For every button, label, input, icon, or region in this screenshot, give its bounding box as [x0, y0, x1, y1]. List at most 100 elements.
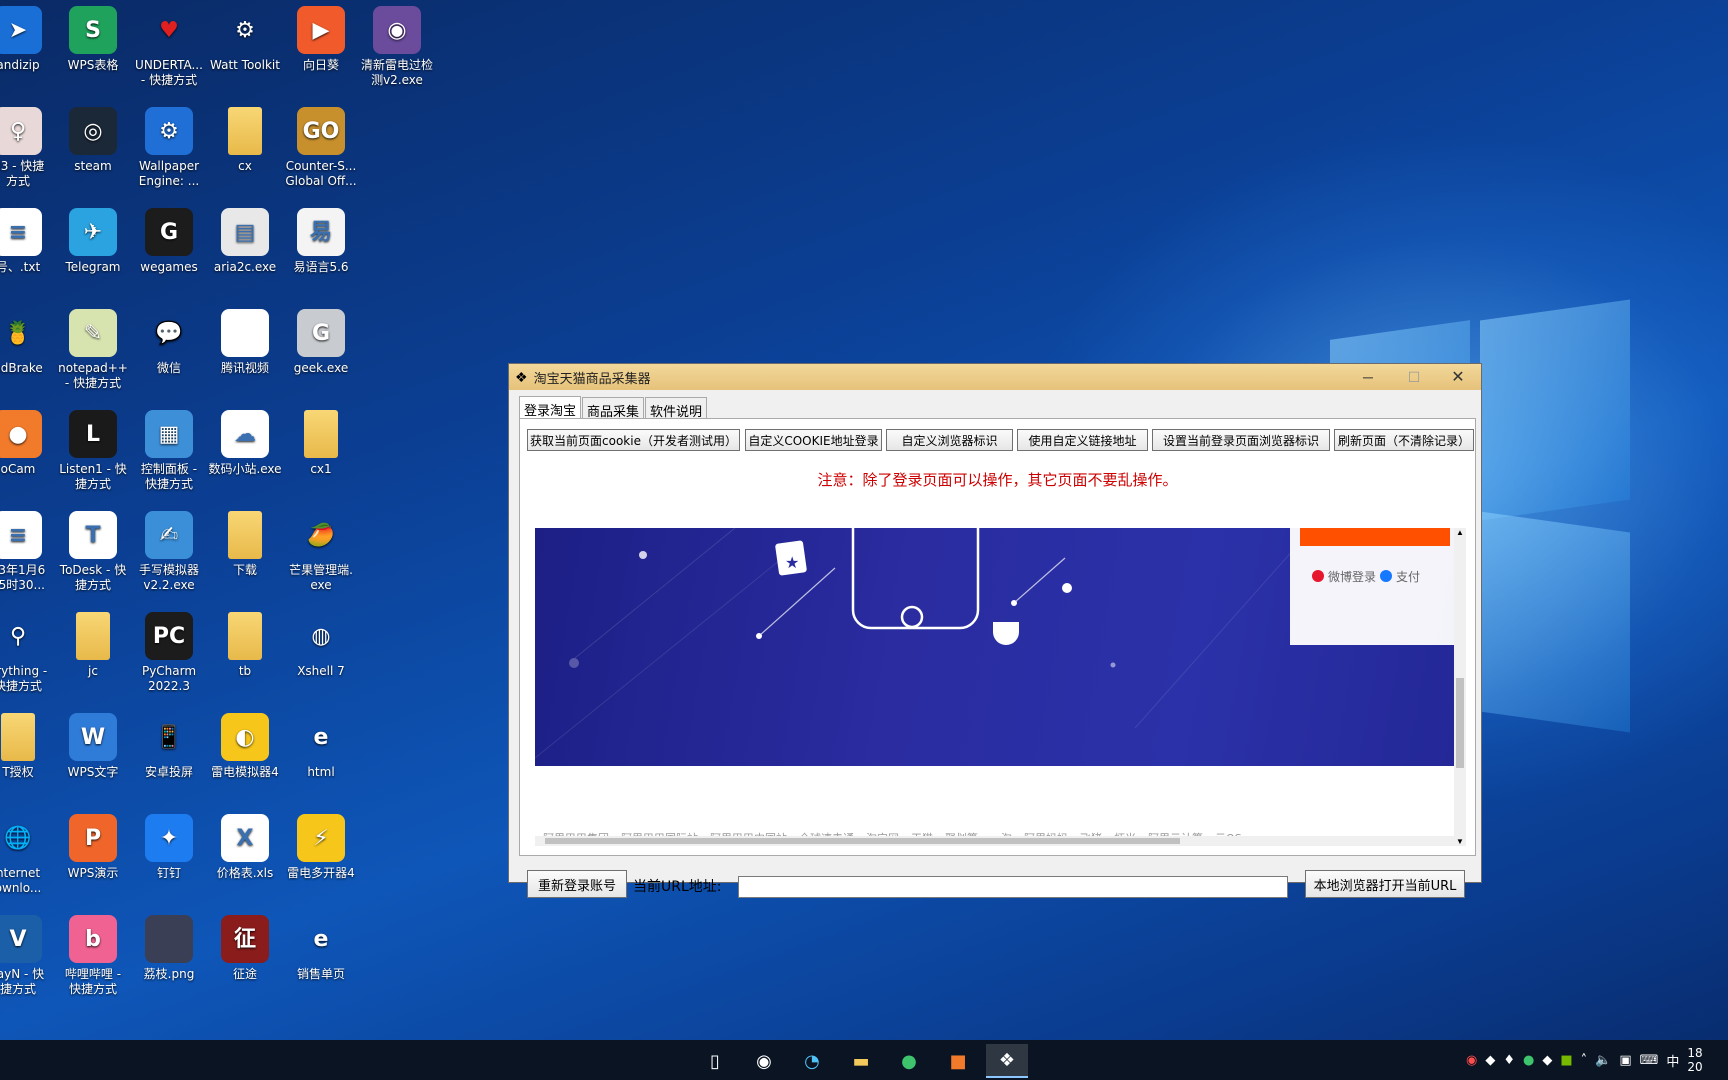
desktop-shortcut[interactable]: 💬 微信: [131, 309, 207, 376]
set-user-agent-button[interactable]: 设置当前登录页面浏览器标识: [1152, 429, 1330, 451]
desktop-shortcut[interactable]: 征征途: [207, 915, 283, 982]
desktop-shortcut[interactable]: Ggeek.exe: [283, 309, 359, 376]
desktop-shortcut[interactable]: ☁ 数码小站.exe: [207, 410, 283, 477]
nvidia-tray-icon[interactable]: ■: [1560, 1053, 1572, 1068]
desktop-shortcut[interactable]: X 价格表.xls: [207, 814, 283, 881]
network-app-tray-icon[interactable]: ◆: [1485, 1053, 1495, 1068]
vertical-scroll-thumb[interactable]: [1456, 678, 1464, 768]
custom-cookie-login-button[interactable]: 自定义COOKIE地址登录: [745, 429, 882, 451]
file-explorer-taskbar-icon[interactable]: ▬: [840, 1044, 882, 1078]
collector-taskbar-icon[interactable]: ❖: [986, 1044, 1028, 1078]
mango-icon: 🥭: [307, 522, 335, 548]
desktop-shortcut[interactable]: ⚙ Wallpaper Engine: ...: [131, 107, 207, 189]
clock[interactable]: 18 20: [1687, 1046, 1702, 1074]
close-button[interactable]: ✕: [1435, 364, 1481, 390]
desktop-shortcut[interactable]: ◎ steam: [55, 107, 131, 174]
desktop-shortcut[interactable]: 🍍 ndBrake: [0, 309, 56, 376]
desktop-shortcut[interactable]: 🌐 nternet ownlo...: [0, 814, 56, 896]
custom-link-button[interactable]: 使用自定义链接地址: [1017, 429, 1148, 451]
desktop-shortcut[interactable]: VrayN - 快 捷方式: [0, 915, 56, 997]
desktop-shortcut[interactable]: ◐ 雷电模拟器4: [207, 713, 283, 780]
vertical-scrollbar[interactable]: ▲ ▼: [1454, 528, 1466, 846]
url-input[interactable]: [738, 876, 1288, 898]
html-file-icon: e: [313, 926, 329, 952]
desktop-shortcut[interactable]: 荔枝.png: [131, 915, 207, 982]
desktop-shortcut[interactable]: tb: [207, 612, 283, 679]
horizontal-scroll-thumb[interactable]: [545, 838, 1180, 844]
record-tray-icon[interactable]: ◉: [1466, 1053, 1477, 1068]
desktop-shortcut[interactable]: GO Counter-S... Global Off...: [283, 107, 359, 189]
desktop-shortcut[interactable]: ✍ 手写模拟器 v2.2.exe: [131, 511, 207, 593]
svg-text:★: ★: [785, 553, 799, 572]
refresh-page-button[interactable]: 刷新页面（不清除记录）: [1334, 429, 1474, 451]
desktop-shortcut[interactable]: Gwegames: [131, 208, 207, 275]
title-bar[interactable]: ❖ 淘宝天猫商品采集器 ─ ☐ ✕: [509, 364, 1481, 390]
alipay-login-link[interactable]: 支付: [1396, 568, 1420, 585]
wechat-taskbar-icon[interactable]: ●: [888, 1044, 930, 1078]
maximize-button[interactable]: ☐: [1391, 364, 1437, 390]
scroll-up-arrow[interactable]: ▲: [1454, 528, 1466, 537]
desktop-shortcut[interactable]: ✈ Telegram: [55, 208, 131, 275]
desktop-shortcut[interactable]: ⚲ erything - 快捷方式: [0, 612, 56, 694]
desktop-shortcut[interactable]: ✎ notepad++ - 快捷方式: [55, 309, 131, 391]
relogin-button[interactable]: 重新登录账号: [527, 870, 627, 898]
network-icon[interactable]: ▣: [1619, 1053, 1631, 1068]
app-tray-icon[interactable]: ♦: [1503, 1053, 1515, 1068]
desktop-shortcut[interactable]: cx: [207, 107, 283, 174]
desktop-shortcut[interactable]: ◍ Xshell 7: [283, 612, 359, 679]
volume-icon[interactable]: 🔈: [1595, 1053, 1611, 1068]
avatar-app-taskbar-icon[interactable]: ◉: [743, 1044, 785, 1078]
desktop-shortcut-label: 销售单页: [296, 967, 345, 981]
chevron-up-icon[interactable]: ˄: [1581, 1053, 1588, 1068]
desktop-shortcut[interactable]: ♥ UNDERTA... - 快捷方式: [131, 6, 207, 88]
desktop-shortcut[interactable]: ▤ aria2c.exe: [207, 208, 283, 275]
desktop-shortcut[interactable]: ✦ 钉钉: [131, 814, 207, 881]
minimize-button[interactable]: ─: [1345, 364, 1391, 390]
notepad-taskbar-icon[interactable]: ▯: [694, 1044, 736, 1078]
desktop-shortcut[interactable]: T授权: [0, 713, 56, 780]
open-in-browser-button[interactable]: 本地浏览器打开当前URL: [1305, 870, 1465, 898]
desktop-shortcut[interactable]: S WPS表格: [55, 6, 131, 73]
scroll-down-arrow[interactable]: ▼: [1454, 837, 1466, 846]
horizontal-scrollbar[interactable]: [535, 836, 1454, 846]
desktop-shortcut[interactable]: ⚡ 雷电多开器4: [283, 814, 359, 881]
desktop-shortcut-label: 芒果管理端. exe: [289, 563, 353, 592]
desktop-shortcut[interactable]: ● oCam: [0, 410, 56, 477]
get-cookie-button[interactable]: 获取当前页面cookie（开发者测试用）: [527, 429, 740, 451]
desktop-shortcut[interactable]: e 销售单页: [283, 915, 359, 982]
desktop-shortcut[interactable]: ≡ 号、.txt: [0, 208, 56, 275]
desktop-shortcut[interactable]: PC PyCharm 2022.3: [131, 612, 207, 694]
desktop-shortcut[interactable]: jc: [55, 612, 131, 679]
embedded-browser[interactable]: ★ 微博登录 支付 阿里巴巴集团阿里巴巴国际站阿里巴巴中国站全球速卖通淘宝网天猫…: [535, 528, 1466, 846]
desktop-shortcut[interactable]: ≡ 23年1月6 15时30...: [0, 511, 56, 593]
desktop-shortcut[interactable]: ▶ 向日葵: [283, 6, 359, 73]
desktop-shortcut[interactable]: W WPS文字: [55, 713, 131, 780]
desktop-shortcut[interactable]: 下载: [207, 511, 283, 578]
ime-indicator[interactable]: 中: [1666, 1051, 1679, 1070]
wechat-tray-icon[interactable]: ●: [1523, 1053, 1534, 1068]
desktop-shortcut[interactable]: 📱 安卓投屏: [131, 713, 207, 780]
window-title: 淘宝天猫商品采集器: [533, 370, 651, 386]
desktop-shortcut[interactable]: cx1: [283, 410, 359, 477]
desktop-shortcut[interactable]: T ToDesk - 快 捷方式: [55, 511, 131, 593]
desktop-shortcut[interactable]: P WPS演示: [55, 814, 131, 881]
zhengtu-icon: 征: [221, 915, 269, 963]
desktop-shortcut[interactable]: ➤ andizip: [0, 6, 56, 73]
desktop-shortcut[interactable]: ▦ 控制面板 - 快捷方式: [131, 410, 207, 492]
desktop-shortcut[interactable]: ♀ H3 - 快捷 方式: [0, 107, 56, 189]
edge-taskbar-icon[interactable]: ◔: [791, 1044, 833, 1078]
desktop-shortcut[interactable]: ◉ 清新雷电过检 测v2.exe: [359, 6, 435, 88]
chat-tray-icon[interactable]: ◆: [1542, 1053, 1552, 1068]
keyboard-icon[interactable]: ⌨: [1640, 1053, 1659, 1068]
desktop-shortcut[interactable]: 腾讯视频: [207, 309, 283, 376]
desktop-shortcut[interactable]: 🥭 芒果管理端. exe: [283, 511, 359, 593]
desktop-shortcut-label: 雷电多开器4: [287, 866, 355, 880]
desktop-shortcut[interactable]: L Listen1 - 快 捷方式: [55, 410, 131, 492]
desktop-shortcut[interactable]: 易易语言5.6: [283, 208, 359, 275]
desktop-shortcut[interactable]: b 哔哩哔哩 - 快捷方式: [55, 915, 131, 997]
weibo-login-link[interactable]: 微博登录: [1328, 568, 1376, 585]
ocam-taskbar-icon[interactable]: ■: [937, 1044, 979, 1078]
custom-user-agent-button[interactable]: 自定义浏览器标识: [886, 429, 1013, 451]
desktop-shortcut[interactable]: ⚙ Watt Toolkit: [207, 6, 283, 73]
desktop-shortcut[interactable]: e html: [283, 713, 359, 780]
